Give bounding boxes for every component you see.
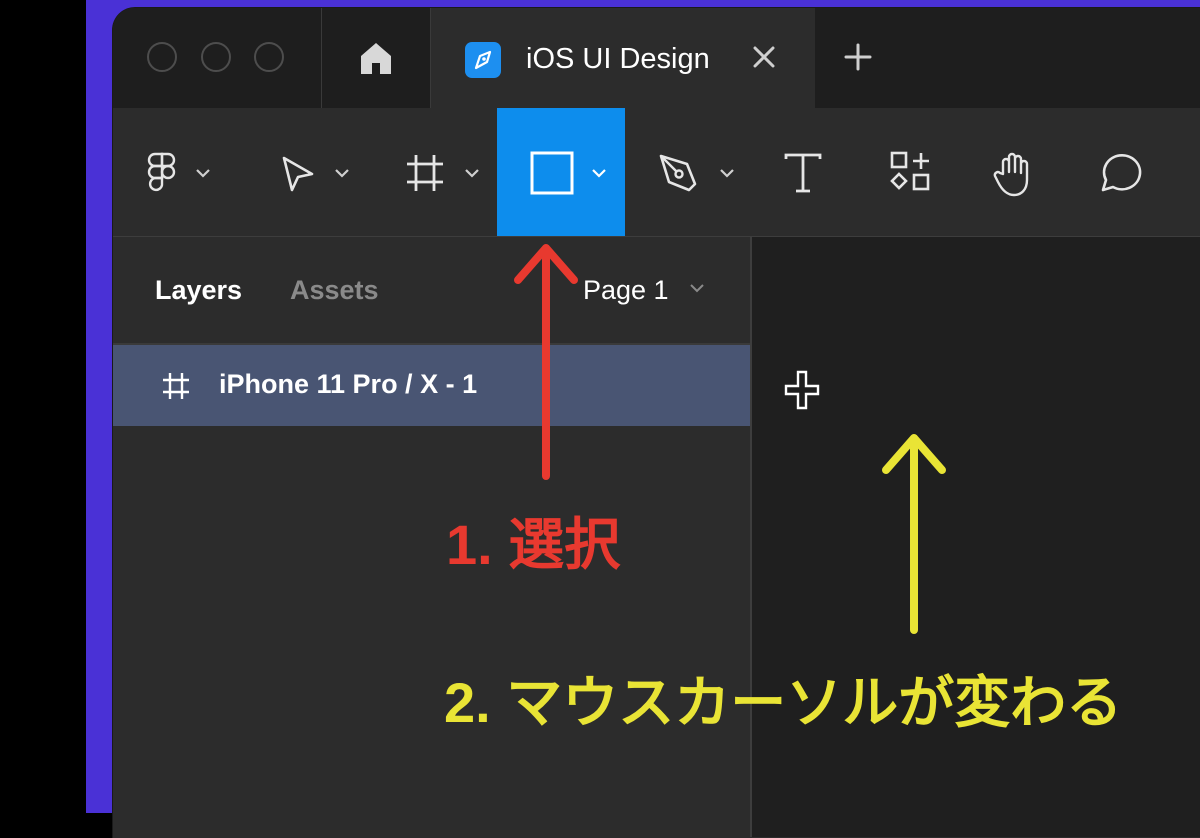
resources-button[interactable]	[883, 108, 947, 236]
plus-icon	[844, 43, 872, 71]
rectangle-tool-icon	[530, 151, 574, 195]
chevron-down-icon	[196, 169, 210, 178]
hand-tool-button[interactable]	[985, 108, 1055, 236]
pen-tool-icon	[659, 154, 697, 192]
main-menu-button[interactable]	[133, 108, 223, 236]
home-tab[interactable]	[322, 8, 431, 108]
annotation-step-2: 2. マウスカーソルが変わる	[444, 671, 1123, 734]
chevron-down-icon[interactable]	[689, 283, 705, 293]
window-controls	[113, 8, 322, 108]
frame-tool-icon	[407, 155, 443, 191]
figma-menu-icon	[147, 152, 176, 192]
minimize-window-button[interactable]	[201, 42, 231, 72]
crosshair-cursor-icon	[784, 370, 820, 410]
move-tool-button[interactable]	[268, 108, 368, 236]
canvas[interactable]	[752, 237, 1200, 837]
comment-tool-button[interactable]	[1091, 108, 1161, 236]
move-tool-icon	[282, 156, 314, 192]
hand-tool-icon	[993, 152, 1029, 197]
zoom-window-button[interactable]	[254, 42, 284, 72]
file-tab-title: iOS UI Design	[526, 43, 710, 75]
layers-panel: Layers Assets Page 1 iPhone 11 Pro / X -…	[113, 237, 752, 837]
chevron-down-icon	[335, 169, 349, 178]
toolbar	[113, 108, 1200, 237]
resources-icon	[890, 151, 930, 191]
tab-assets[interactable]: Assets	[290, 275, 379, 306]
page-select[interactable]: Page 1	[583, 275, 669, 306]
close-window-button[interactable]	[147, 42, 177, 72]
background-left	[0, 0, 86, 813]
file-logo-icon	[465, 42, 501, 78]
chevron-down-icon	[465, 169, 479, 178]
text-tool-button[interactable]	[773, 108, 837, 236]
file-tab[interactable]: iOS UI Design	[431, 8, 815, 108]
close-tab-button[interactable]	[749, 42, 779, 72]
frame-tool-button[interactable]	[398, 108, 498, 236]
chevron-down-icon	[592, 169, 606, 178]
text-tool-icon	[784, 153, 822, 193]
new-tab-button[interactable]	[843, 42, 873, 72]
tab-layers[interactable]: Layers	[155, 275, 242, 306]
tab-bar: iOS UI Design	[113, 8, 1200, 108]
yellow-arrow-annotation	[882, 434, 946, 634]
comment-icon	[1101, 154, 1142, 192]
home-icon	[361, 43, 391, 74]
frame-layer-icon	[163, 373, 189, 399]
rectangle-tool-button[interactable]	[497, 108, 625, 236]
layer-name: iPhone 11 Pro / X - 1	[219, 369, 478, 399]
annotation-step-1: 1. 選択	[446, 513, 621, 576]
pen-tool-button[interactable]	[653, 108, 753, 236]
red-arrow-annotation	[514, 244, 578, 480]
layer-row[interactable]: iPhone 11 Pro / X - 1	[113, 345, 750, 426]
panel-tabs: Layers Assets Page 1	[113, 237, 750, 345]
chevron-down-icon	[720, 169, 734, 178]
close-icon	[753, 46, 775, 68]
